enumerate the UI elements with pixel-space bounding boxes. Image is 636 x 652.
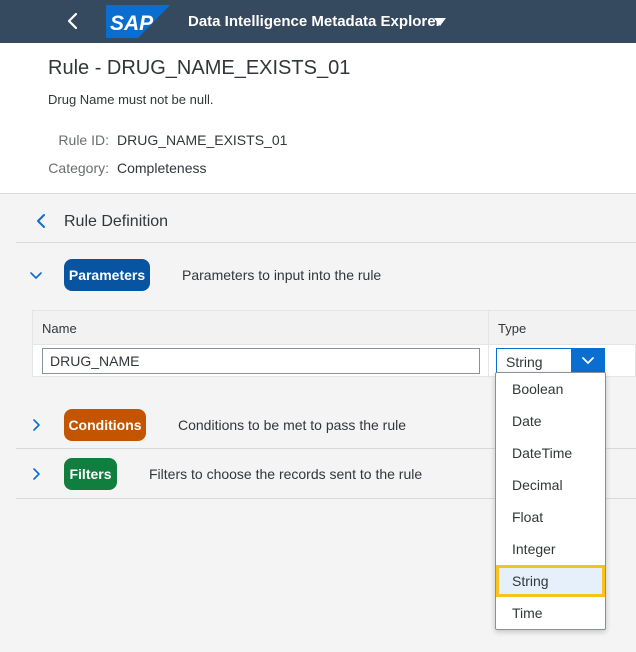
column-header-name: Name	[42, 321, 77, 336]
category-label: Category:	[48, 160, 109, 176]
parameters-pill[interactable]: Parameters	[64, 259, 150, 291]
sap-logo[interactable]: SAP	[106, 5, 170, 38]
conditions-description: Conditions to be met to pass the rule	[178, 417, 407, 433]
type-dropdown-list: Boolean Date DateTime Decimal Float Inte…	[495, 372, 606, 630]
category-value: Completeness	[117, 160, 207, 176]
column-header-type: Type	[498, 321, 527, 336]
chevron-right-icon[interactable]	[28, 417, 44, 433]
column-divider	[488, 311, 489, 378]
parameter-name-input[interactable]	[42, 348, 480, 374]
type-option-time[interactable]: Time	[496, 597, 605, 629]
table-header: Name Type	[33, 311, 636, 345]
type-option-integer[interactable]: Integer	[496, 533, 605, 565]
shell-bar: SAP Data Intelligence Metadata Explorer	[0, 0, 636, 43]
parameters-table: Name Type String	[32, 310, 636, 378]
rule-id-value: DRUG_NAME_EXISTS_01	[117, 132, 288, 148]
conditions-pill[interactable]: Conditions	[64, 409, 146, 441]
svg-text:SAP: SAP	[110, 12, 154, 35]
parameters-description: Parameters to input into the rule	[182, 267, 382, 283]
type-option-string[interactable]: String	[496, 565, 605, 597]
back-arrow-icon[interactable]	[60, 8, 86, 34]
chevron-down-icon	[582, 357, 594, 364]
filters-description: Filters to choose the records sent to th…	[149, 466, 423, 482]
rule-description: Drug Name must not be null.	[48, 92, 214, 107]
type-option-datetime[interactable]: DateTime	[496, 437, 605, 469]
type-select-value: String	[506, 354, 543, 370]
object-header: Rule - DRUG_NAME_EXISTS_01 Drug Name mus…	[0, 43, 636, 194]
type-option-float[interactable]: Float	[496, 501, 605, 533]
type-select-toggle[interactable]	[571, 348, 605, 374]
type-option-decimal[interactable]: Decimal	[496, 469, 605, 501]
caret-down-icon[interactable]	[433, 17, 447, 27]
type-option-date[interactable]: Date	[496, 405, 605, 437]
rule-definition-bar: Rule Definition	[16, 200, 636, 243]
page-title: Rule - DRUG_NAME_EXISTS_01	[48, 57, 351, 79]
parameters-section: Parameters Parameters to input into the …	[16, 243, 636, 308]
parameter-type-select[interactable]: String	[496, 348, 605, 374]
chevron-right-icon[interactable]	[28, 466, 44, 482]
app-title[interactable]: Data Intelligence Metadata Explorer	[188, 13, 441, 30]
chevron-down-icon[interactable]	[28, 268, 44, 284]
type-option-boolean[interactable]: Boolean	[496, 373, 605, 405]
rule-definition-title: Rule Definition	[64, 213, 169, 230]
rule-id-label: Rule ID:	[58, 132, 109, 148]
chevron-left-icon[interactable]	[32, 212, 50, 230]
filters-pill[interactable]: Filters	[64, 458, 117, 490]
